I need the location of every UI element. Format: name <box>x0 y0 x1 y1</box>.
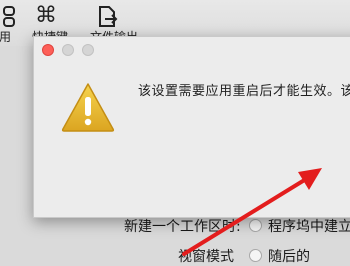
radio-project-dock[interactable] <box>249 219 262 232</box>
device-icon <box>3 6 15 27</box>
window-mode-option-label: 随后的 <box>268 249 310 265</box>
radio-window-mode[interactable] <box>249 249 262 262</box>
dialog-message: 该设置需要应用重启后才能生效。该 <box>138 84 350 99</box>
option-project-dock-label: 程序坞中建立 <box>268 219 350 235</box>
command-icon: ⌘ <box>35 3 57 28</box>
toolbar-item-label: 用 <box>0 30 12 44</box>
restart-required-dialog: 该设置需要应用重启后才能生效。该 <box>33 36 350 218</box>
warning-icon <box>61 83 115 132</box>
toolbar-item-device[interactable]: 用 <box>0 0 22 46</box>
workspace-label: 新建一个工作区时: <box>124 219 241 235</box>
export-icon <box>99 6 118 27</box>
zoom-button[interactable] <box>82 44 94 56</box>
window-mode-label: 视窗模式 <box>178 249 234 265</box>
minimize-button[interactable] <box>62 44 74 56</box>
close-button[interactable] <box>42 44 54 56</box>
